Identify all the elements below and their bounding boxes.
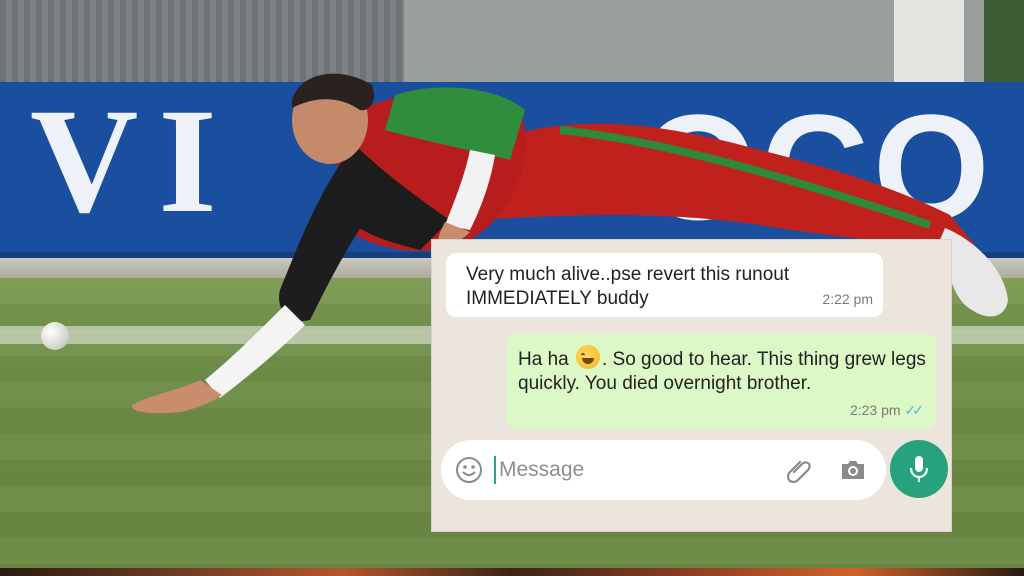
outgoing-text-start: Ha ha <box>518 349 569 370</box>
incoming-message-text: Very much alive..pse revert this runout … <box>466 264 790 309</box>
incoming-message-bubble: Very much alive..pse revert this runout … <box>446 253 883 317</box>
voice-record-button[interactable] <box>890 440 948 498</box>
outgoing-message-text: Ha ha . So good to hear. This thing grew… <box>518 345 928 396</box>
cricket-ball <box>41 322 69 350</box>
message-compose-bar[interactable] <box>441 440 886 500</box>
emoji-smiley-icon[interactable] <box>455 456 483 484</box>
chat-screenshot: Very much alive..pse revert this runout … <box>431 239 952 532</box>
outgoing-message-meta: 2:23 pm ✓✓ <box>849 398 925 422</box>
outgoing-message-bubble: Ha ha . So good to hear. This thing grew… <box>506 333 936 429</box>
message-input[interactable] <box>499 454 739 486</box>
outgoing-message-time: 2:23 pm <box>849 402 901 418</box>
camera-icon[interactable] <box>838 456 868 484</box>
incoming-message-time: 2:22 pm <box>822 291 873 307</box>
read-ticks-icon: ✓✓ <box>904 402 925 418</box>
text-cursor <box>494 456 496 484</box>
bottom-image-strip <box>0 568 1024 576</box>
attachment-paperclip-icon[interactable] <box>785 456 813 484</box>
laughing-emoji-icon <box>575 345 600 369</box>
microphone-icon <box>909 456 929 482</box>
